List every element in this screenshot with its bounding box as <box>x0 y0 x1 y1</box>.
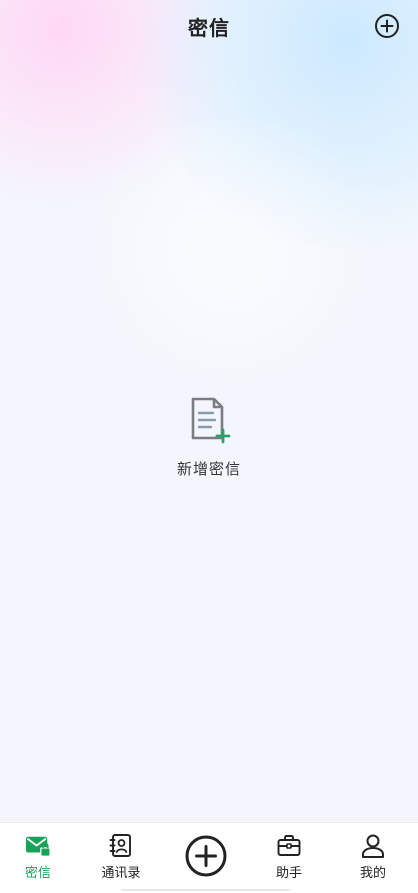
tab-messages-label: 密信 <box>24 866 51 881</box>
page-title: 密信 <box>188 16 230 40</box>
tab-assistant[interactable]: 助手 <box>259 833 319 881</box>
empty-state[interactable]: 新增密信 <box>0 396 418 479</box>
briefcase-icon <box>277 835 301 856</box>
contacts-icon <box>109 834 131 857</box>
header-bar: 密信 <box>0 0 418 54</box>
plus-circle-icon <box>375 14 399 38</box>
background-blob-white <box>60 120 400 380</box>
home-indicator <box>121 889 291 891</box>
add-button[interactable] <box>374 13 400 39</box>
plus-circle-icon <box>185 835 227 877</box>
tab-contacts-label: 通讯录 <box>101 866 141 881</box>
center-add-button[interactable] <box>184 834 228 878</box>
tab-contacts[interactable]: 通讯录 <box>91 833 151 881</box>
tab-messages[interactable]: 密信 <box>8 833 68 881</box>
tab-assistant-label: 助手 <box>275 866 302 881</box>
mail-lock-icon <box>25 836 51 857</box>
bottom-tab-bar: 密信 通讯录 助手 我的 <box>0 822 418 893</box>
new-document-icon <box>191 397 231 444</box>
tab-profile-label: 我的 <box>359 866 386 881</box>
user-icon <box>362 834 384 858</box>
tab-profile[interactable]: 我的 <box>343 833 403 881</box>
new-message-label: 新增密信 <box>176 460 241 478</box>
